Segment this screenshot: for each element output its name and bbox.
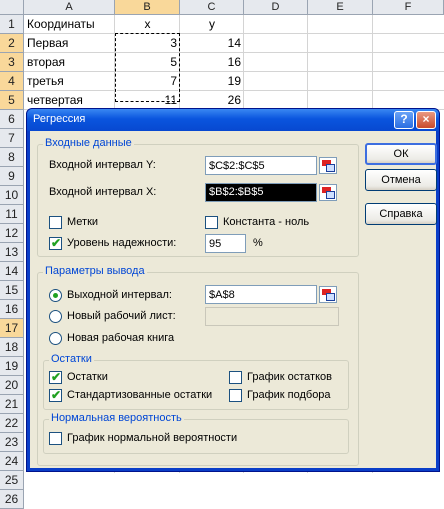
collapse-dialog-icon[interactable]: [319, 157, 337, 174]
column-header-a[interactable]: A: [24, 0, 115, 15]
labels-checkbox[interactable]: [49, 216, 62, 229]
output-range-label: Выходной интервал:: [67, 289, 172, 301]
row-header-7[interactable]: 7: [0, 129, 24, 148]
normal-probability-group-label: Нормальная вероятность: [49, 412, 184, 424]
ok-button[interactable]: ОК: [365, 143, 437, 165]
cell-c4[interactable]: 19: [180, 72, 244, 91]
row-header-24[interactable]: 24: [0, 452, 24, 471]
new-sheet-radio[interactable]: [49, 310, 62, 323]
row-header-23[interactable]: 23: [0, 433, 24, 452]
row-header-1[interactable]: 1: [0, 15, 24, 34]
row-header-13[interactable]: 13: [0, 243, 24, 262]
cell-a3[interactable]: вторая: [24, 53, 115, 72]
output-group-label: Параметры вывода: [43, 265, 147, 277]
row-header-10[interactable]: 10: [0, 186, 24, 205]
input-y-field[interactable]: [205, 156, 317, 175]
row-header-22[interactable]: 22: [0, 414, 24, 433]
input-x-label: Входной интервал X:: [49, 186, 157, 198]
normal-plot-label: График нормальной вероятности: [67, 432, 238, 444]
cell-c3[interactable]: 16: [180, 53, 244, 72]
output-group: Параметры вывода Выходной интервал: Новы…: [37, 265, 359, 466]
dialog-titlebar[interactable]: Регрессия ? ×: [27, 109, 439, 131]
row-header-4[interactable]: 4: [0, 72, 24, 91]
row-header-26[interactable]: 26: [0, 490, 24, 509]
standardized-residuals-checkbox[interactable]: ✔: [49, 388, 62, 402]
row-header-11[interactable]: 11: [0, 205, 24, 224]
row-header-19[interactable]: 19: [0, 357, 24, 376]
output-range-radio[interactable]: [49, 289, 62, 302]
row-header-12[interactable]: 12: [0, 224, 24, 243]
cell-b1[interactable]: x: [115, 15, 180, 34]
row-header-3[interactable]: 3: [0, 53, 24, 72]
line-fit-label: График подбора: [247, 389, 331, 401]
input-y-label: Входной интервал Y:: [49, 159, 156, 171]
column-header-c[interactable]: C: [180, 0, 244, 15]
copy-marquee: [115, 33, 180, 102]
dialog-body: Входные данные Входной интервал Y: Входн…: [30, 131, 437, 468]
labels-label: Метки: [67, 216, 99, 228]
cell-c2[interactable]: 14: [180, 34, 244, 53]
help-button[interactable]: Справка: [365, 203, 437, 225]
new-workbook-radio[interactable]: [49, 332, 62, 345]
normal-plot-checkbox[interactable]: [49, 432, 62, 445]
row-header-2[interactable]: 2: [0, 34, 24, 53]
input-group: Входные данные Входной интервал Y: Входн…: [37, 137, 359, 257]
cell-a4[interactable]: третья: [24, 72, 115, 91]
constant-zero-label: Константа - ноль: [223, 216, 310, 228]
residual-plots-checkbox[interactable]: [229, 371, 242, 384]
confidence-checkbox[interactable]: ✔: [49, 236, 62, 250]
row-header-8[interactable]: 8: [0, 148, 24, 167]
row-header-16[interactable]: 16: [0, 300, 24, 319]
standardized-residuals-label: Стандартизованные остатки: [67, 389, 213, 401]
cell-a2[interactable]: Первая: [24, 34, 115, 53]
row-header-18[interactable]: 18: [0, 338, 24, 357]
cell-c1[interactable]: y: [180, 15, 244, 34]
constant-zero-checkbox[interactable]: [205, 216, 218, 229]
column-header-d[interactable]: D: [244, 0, 308, 15]
row-header-15[interactable]: 15: [0, 281, 24, 300]
input-x-field[interactable]: $B$2:$B$5: [205, 183, 317, 202]
normal-probability-group: Нормальная вероятность График нормальной…: [43, 412, 349, 454]
collapse-dialog-icon[interactable]: [319, 286, 337, 303]
regression-dialog: Регрессия ? × Входные данные Входной инт…: [26, 108, 440, 472]
residuals-label: Остатки: [67, 371, 108, 383]
column-header-e[interactable]: E: [308, 0, 373, 15]
confidence-label: Уровень надежности:: [67, 237, 177, 249]
row-header-14[interactable]: 14: [0, 262, 24, 281]
column-header-f[interactable]: F: [373, 0, 444, 15]
help-icon[interactable]: ?: [394, 111, 414, 129]
column-header-b[interactable]: B: [115, 0, 180, 15]
row-header-6[interactable]: 6: [0, 110, 24, 129]
row-header-5[interactable]: 5: [0, 91, 24, 110]
residual-plots-label: График остатков: [247, 371, 332, 383]
percent-label: %: [253, 237, 263, 249]
row-header-25[interactable]: 25: [0, 471, 24, 490]
new-sheet-label: Новый рабочий лист:: [67, 310, 176, 322]
confidence-field[interactable]: [205, 234, 246, 253]
residuals-group: Остатки ✔ Остатки График остатков ✔ Стан…: [43, 353, 349, 410]
output-range-field[interactable]: [205, 285, 317, 304]
row-header-20[interactable]: 20: [0, 376, 24, 395]
residuals-group-label: Остатки: [49, 353, 94, 365]
cell-a1[interactable]: Координаты: [24, 15, 115, 34]
row-header-9[interactable]: 9: [0, 167, 24, 186]
new-sheet-field[interactable]: [205, 307, 339, 326]
input-group-label: Входные данные: [43, 137, 134, 149]
dialog-title: Регрессия: [33, 113, 86, 125]
row-header-17[interactable]: 17: [0, 319, 24, 338]
collapse-dialog-icon[interactable]: [319, 184, 337, 201]
close-icon[interactable]: ×: [416, 111, 436, 129]
row-header-21[interactable]: 21: [0, 395, 24, 414]
new-workbook-label: Новая рабочая книга: [67, 332, 175, 344]
cancel-button[interactable]: Отмена: [365, 169, 437, 191]
residuals-checkbox[interactable]: ✔: [49, 370, 62, 384]
line-fit-checkbox[interactable]: [229, 389, 242, 402]
select-all-corner[interactable]: [0, 0, 24, 15]
